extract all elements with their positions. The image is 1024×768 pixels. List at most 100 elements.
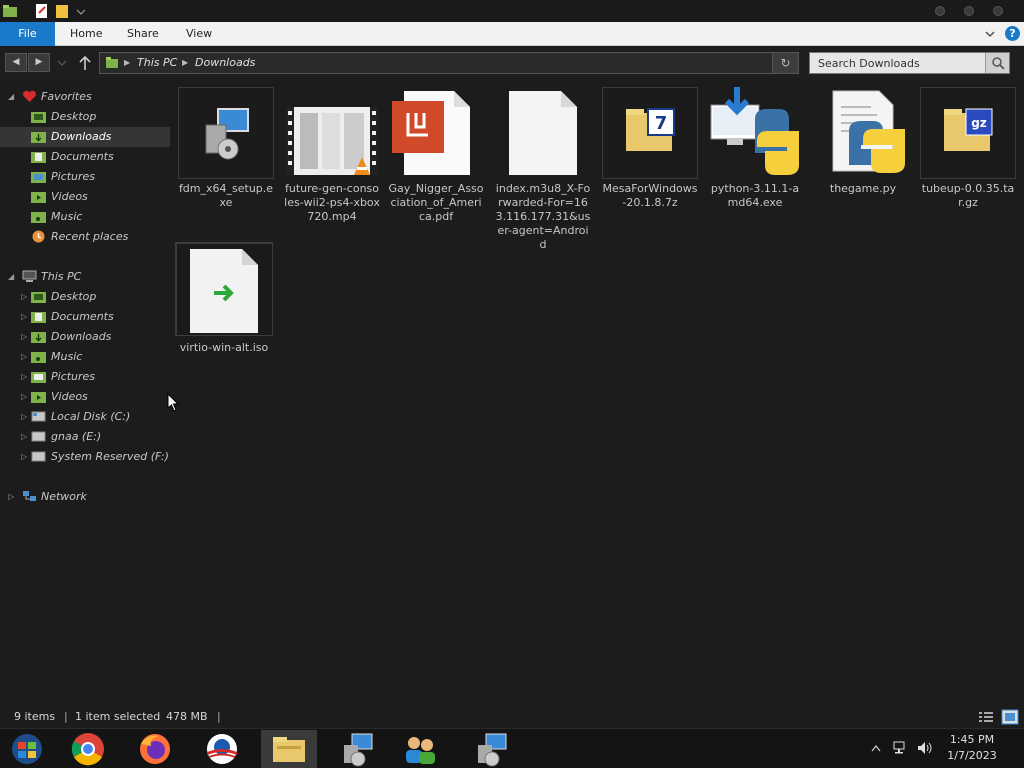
video-thumbnail-icon [286, 107, 378, 175]
sidebar-pc-desktop[interactable]: ▷ Desktop [0, 287, 170, 307]
search-box[interactable] [809, 52, 1010, 74]
obama-logo-icon[interactable] [194, 730, 250, 768]
clock-date: 1/7/2023 [947, 749, 997, 762]
sidebar-network[interactable]: ▷ Network [0, 487, 170, 507]
downloads-folder-icon [31, 132, 46, 143]
sidebar-item-pictures[interactable]: Pictures [0, 167, 170, 187]
recent-places-icon [32, 230, 45, 243]
documents-folder-icon [31, 312, 46, 323]
tab-file[interactable]: File [0, 22, 55, 46]
large-icons-view-icon[interactable] [1001, 709, 1019, 725]
back-button[interactable]: ◀ [5, 53, 27, 72]
gz-archive-icon: gz [920, 87, 1016, 179]
forward-button[interactable]: ▶ [28, 53, 50, 72]
status-divider: | [64, 710, 68, 723]
tab-home[interactable]: Home [58, 22, 114, 46]
status-divider: | [217, 710, 221, 723]
sidebar-pc-videos[interactable]: ▷ Videos [0, 387, 170, 407]
breadcrumb-separator-icon[interactable]: ▶ [182, 53, 188, 73]
start-button-icon[interactable] [0, 730, 56, 768]
this-pc-icon [106, 57, 118, 68]
sidebar-pc-local-disk-c[interactable]: ▷ Local Disk (C:) [0, 407, 170, 427]
installer-taskbar-icon-2[interactable] [462, 730, 518, 768]
pictures-folder-icon [31, 172, 46, 183]
7z-archive-icon: 7 [602, 87, 698, 179]
file-name: virtio-win-alt.iso [179, 341, 269, 354]
videos-folder-icon [31, 392, 46, 403]
drive-icon [31, 411, 46, 422]
sidebar-this-pc[interactable]: ◢ This PC [0, 267, 170, 287]
taskbar: 1:45 PM 1/7/2023 [0, 728, 1024, 768]
python-file-icon [832, 90, 905, 173]
videos-folder-icon [31, 192, 46, 203]
users-icon[interactable] [392, 730, 448, 768]
clock-time: 1:45 PM [949, 733, 995, 746]
breadcrumb-downloads[interactable]: Downloads [195, 53, 255, 73]
search-icon[interactable] [985, 53, 1009, 73]
network-tray-icon[interactable] [893, 741, 909, 755]
file-name: python-3.11.1-amd64.exe [710, 182, 800, 209]
sidebar-item-recent-places[interactable]: Recent places [0, 227, 170, 247]
maximize-button[interactable] [964, 6, 974, 16]
sidebar-item-music[interactable]: Music [0, 207, 170, 227]
close-button[interactable] [993, 6, 1003, 16]
up-arrow-icon[interactable] [78, 55, 92, 71]
address-bar[interactable]: ▶ This PC ▶ Downloads ↻ [99, 52, 799, 74]
ribbon-tabs: File Home Share View ? [0, 22, 1024, 46]
sidebar-item-documents[interactable]: Documents [0, 147, 170, 167]
status-bar: 9 items | 1 item selected 478 MB | [0, 706, 1024, 728]
minimize-button[interactable] [935, 6, 945, 16]
navigation-bar: ◀ ▶ ▶ This PC ▶ Downloads ↻ [0, 47, 1024, 78]
recent-locations-chevron-icon[interactable] [56, 59, 68, 67]
breadcrumb-this-pc[interactable]: This PC [137, 53, 177, 73]
volume-icon[interactable] [917, 741, 933, 755]
sidebar-pc-pictures[interactable]: ▷ Pictures [0, 367, 170, 387]
navigation-pane: ◢ Favorites Desktop Downloads Documents … [0, 84, 170, 694]
expand-ribbon-chevron-icon[interactable] [985, 29, 995, 39]
file-name: thegame.py [829, 182, 897, 195]
sidebar-pc-gnaa-e[interactable]: ▷ gnaa (E:) [0, 427, 170, 447]
properties-icon[interactable] [34, 3, 50, 19]
svg-text:7: 7 [655, 113, 668, 134]
sidebar-item-desktop[interactable]: Desktop [0, 107, 170, 127]
refresh-button[interactable]: ↻ [772, 53, 798, 73]
mouse-cursor-icon [167, 393, 179, 412]
pdf-icon [392, 91, 470, 175]
file-explorer-icon[interactable] [261, 730, 317, 768]
item-count: 9 items [14, 710, 56, 723]
help-button[interactable]: ? [1005, 26, 1020, 41]
sidebar-pc-documents[interactable]: ▷ Documents [0, 307, 170, 327]
file-name: Gay_Nigger_Association_of_America.pdf [388, 182, 484, 223]
customize-quick-access-chevron-icon[interactable] [76, 3, 86, 19]
blank-file-icon [509, 91, 577, 175]
chrome-icon[interactable] [60, 730, 116, 768]
documents-folder-icon [31, 152, 46, 163]
installer-icon [178, 87, 274, 179]
selected-size: 478 MB [166, 710, 208, 723]
downloads-folder-icon [31, 332, 46, 343]
sidebar-pc-music[interactable]: ▷ Music [0, 347, 170, 367]
python-installer-icon [710, 87, 799, 175]
sidebar-item-downloads[interactable]: Downloads [0, 127, 170, 147]
tab-view[interactable]: View [174, 22, 224, 46]
title-bar [0, 0, 1024, 22]
search-input[interactable] [810, 53, 986, 73]
sidebar-pc-system-reserved-f[interactable]: ▷ System Reserved (F:) [0, 447, 170, 467]
heart-icon [23, 90, 36, 102]
firefox-icon[interactable] [127, 730, 183, 768]
file-name: tubeup-0.0.35.tar.gz [921, 182, 1015, 209]
sidebar-item-videos[interactable]: Videos [0, 187, 170, 207]
file-name: fdm_x64_setup.exe [178, 182, 274, 209]
show-hidden-icons-chevron-icon[interactable] [871, 744, 881, 752]
desktop-folder-icon [31, 292, 46, 303]
clock[interactable]: 1:45 PM 1/7/2023 [942, 732, 1002, 764]
breadcrumb-separator-icon[interactable]: ▶ [124, 53, 130, 73]
new-folder-icon[interactable] [55, 3, 71, 19]
sidebar-pc-downloads[interactable]: ▷ Downloads [0, 327, 170, 347]
details-view-icon[interactable] [978, 710, 994, 724]
sidebar-favorites[interactable]: ◢ Favorites [0, 87, 170, 107]
installer-taskbar-icon[interactable] [328, 730, 384, 768]
file-name: future-gen-consoles-wii2-ps4-xbox720.mp4 [284, 182, 380, 223]
tab-share[interactable]: Share [115, 22, 171, 46]
svg-text:gz: gz [971, 116, 987, 130]
